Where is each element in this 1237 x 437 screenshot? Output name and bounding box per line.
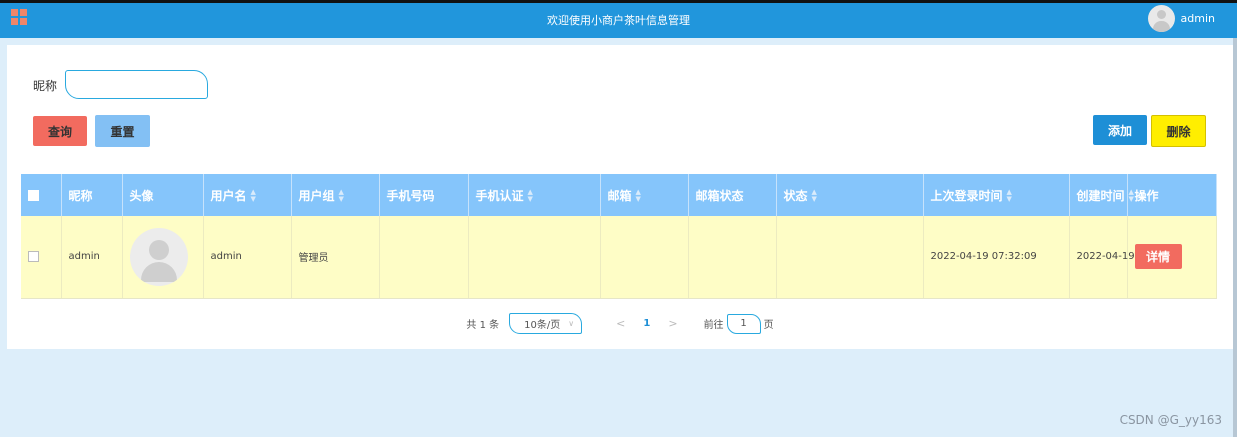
reset-button[interactable]: 重置 (95, 115, 150, 147)
user-name[interactable]: admin (1181, 12, 1215, 25)
pagination: 共 1 条 10条/页 ∨ < 1 > 前往 1 页 (7, 313, 1233, 334)
sort-icon[interactable]: ▲ ▼ (528, 189, 533, 203)
cell-nickname: admin (61, 216, 123, 299)
table-row[interactable]: admin admin 管理员 2022-04-19 07:32:09 2022… (21, 216, 1217, 299)
goto-page: 前往 1 页 (703, 313, 774, 334)
next-page-button[interactable]: > (668, 317, 677, 330)
cell-last-login: 2022-04-19 07:32:09 (923, 216, 1070, 299)
column-header-created[interactable]: 创建时间 ▲ ▼ (1069, 174, 1134, 216)
cell-email-status (688, 216, 777, 299)
cell-phone (379, 216, 469, 299)
add-button[interactable]: 添加 (1093, 115, 1147, 145)
user-avatar-icon[interactable] (1147, 5, 1175, 32)
user-menu[interactable]: admin (1147, 5, 1215, 32)
sort-icon[interactable]: ▲ ▼ (339, 189, 344, 203)
cell-phone-verified (468, 216, 601, 299)
detail-button[interactable]: 详情 (1134, 244, 1182, 270)
page-size-value: 10条/页 (524, 320, 561, 331)
column-header-email[interactable]: 邮箱 ▲ ▼ (600, 174, 689, 216)
page-size-select[interactable]: 10条/页 ∨ (509, 313, 583, 334)
cell-status (776, 216, 924, 299)
cell-group: 管理员 (291, 216, 380, 299)
column-header-email-status: 邮箱状态 (688, 174, 777, 216)
user-list-panel: 昵称 查询 重置 添加 删除 昵称 头像 用户名 ▲ ▼ 用户组 ▲ ▼ 手机号码 手机… (7, 45, 1233, 349)
search-button[interactable]: 查询 (33, 116, 87, 146)
column-header-actions: 操作 (1127, 174, 1217, 216)
sort-icon[interactable]: ▲ ▼ (812, 189, 817, 203)
column-header-username[interactable]: 用户名 ▲ ▼ (203, 174, 292, 216)
nickname-search-input[interactable] (65, 70, 208, 99)
watermark: CSDN @G_yy163 (1119, 413, 1222, 427)
row-select-cell[interactable] (21, 216, 62, 299)
column-header-group[interactable]: 用户组 ▲ ▼ (291, 174, 380, 216)
chevron-down-icon: ∨ (568, 319, 575, 328)
cell-email (600, 216, 689, 299)
row-checkbox[interactable] (28, 251, 39, 262)
cell-created: 2022-04-19 07:32:09 (1069, 216, 1183, 299)
sort-icon[interactable]: ▲ ▼ (1007, 189, 1012, 203)
column-header-status[interactable]: 状态 ▲ ▼ (776, 174, 924, 216)
select-all-cell[interactable] (21, 174, 62, 216)
pagination-total: 共 1 条 (466, 320, 500, 331)
column-header-phone: 手机号码 (379, 174, 469, 216)
sort-icon[interactable]: ▲ ▼ (636, 189, 641, 203)
goto-prefix: 前往 (703, 320, 724, 331)
column-header-nickname: 昵称 (61, 174, 123, 216)
column-header-last-login[interactable]: 上次登录时间 ▲ ▼ (923, 174, 1070, 216)
table-header-row: 昵称 头像 用户名 ▲ ▼ 用户组 ▲ ▼ 手机号码 手机认证 ▲ ▼ 邮箱 ▲ ▼ 邮箱状态 … (21, 174, 1217, 216)
delete-button[interactable]: 删除 (1151, 115, 1206, 147)
top-bar: 欢迎使用小商户茶叶信息管理 admin (0, 0, 1237, 38)
column-header-avatar: 头像 (122, 174, 204, 216)
column-header-phone-verified[interactable]: 手机认证 ▲ ▼ (468, 174, 601, 216)
default-avatar-icon (129, 227, 188, 286)
prev-page-button[interactable]: < (616, 317, 625, 330)
cell-avatar (122, 216, 204, 299)
goto-suffix: 页 (763, 320, 774, 331)
user-table: 昵称 头像 用户名 ▲ ▼ 用户组 ▲ ▼ 手机号码 手机认证 ▲ ▼ 邮箱 ▲ ▼ 邮箱状态 … (21, 174, 1217, 299)
sort-icon[interactable]: ▲ ▼ (251, 189, 256, 203)
sort-icon[interactable]: ▲ ▼ (1129, 189, 1134, 203)
cell-username: admin (203, 216, 292, 299)
select-all-checkbox[interactable] (28, 190, 39, 201)
goto-page-input[interactable]: 1 (726, 313, 761, 334)
nickname-label: 昵称 (33, 79, 58, 93)
scrollbar-edge (1233, 38, 1237, 437)
cell-actions: 详情 (1127, 216, 1217, 299)
app-title: 欢迎使用小商户茶叶信息管理 (547, 14, 690, 27)
page-number-current[interactable]: 1 (643, 318, 650, 329)
